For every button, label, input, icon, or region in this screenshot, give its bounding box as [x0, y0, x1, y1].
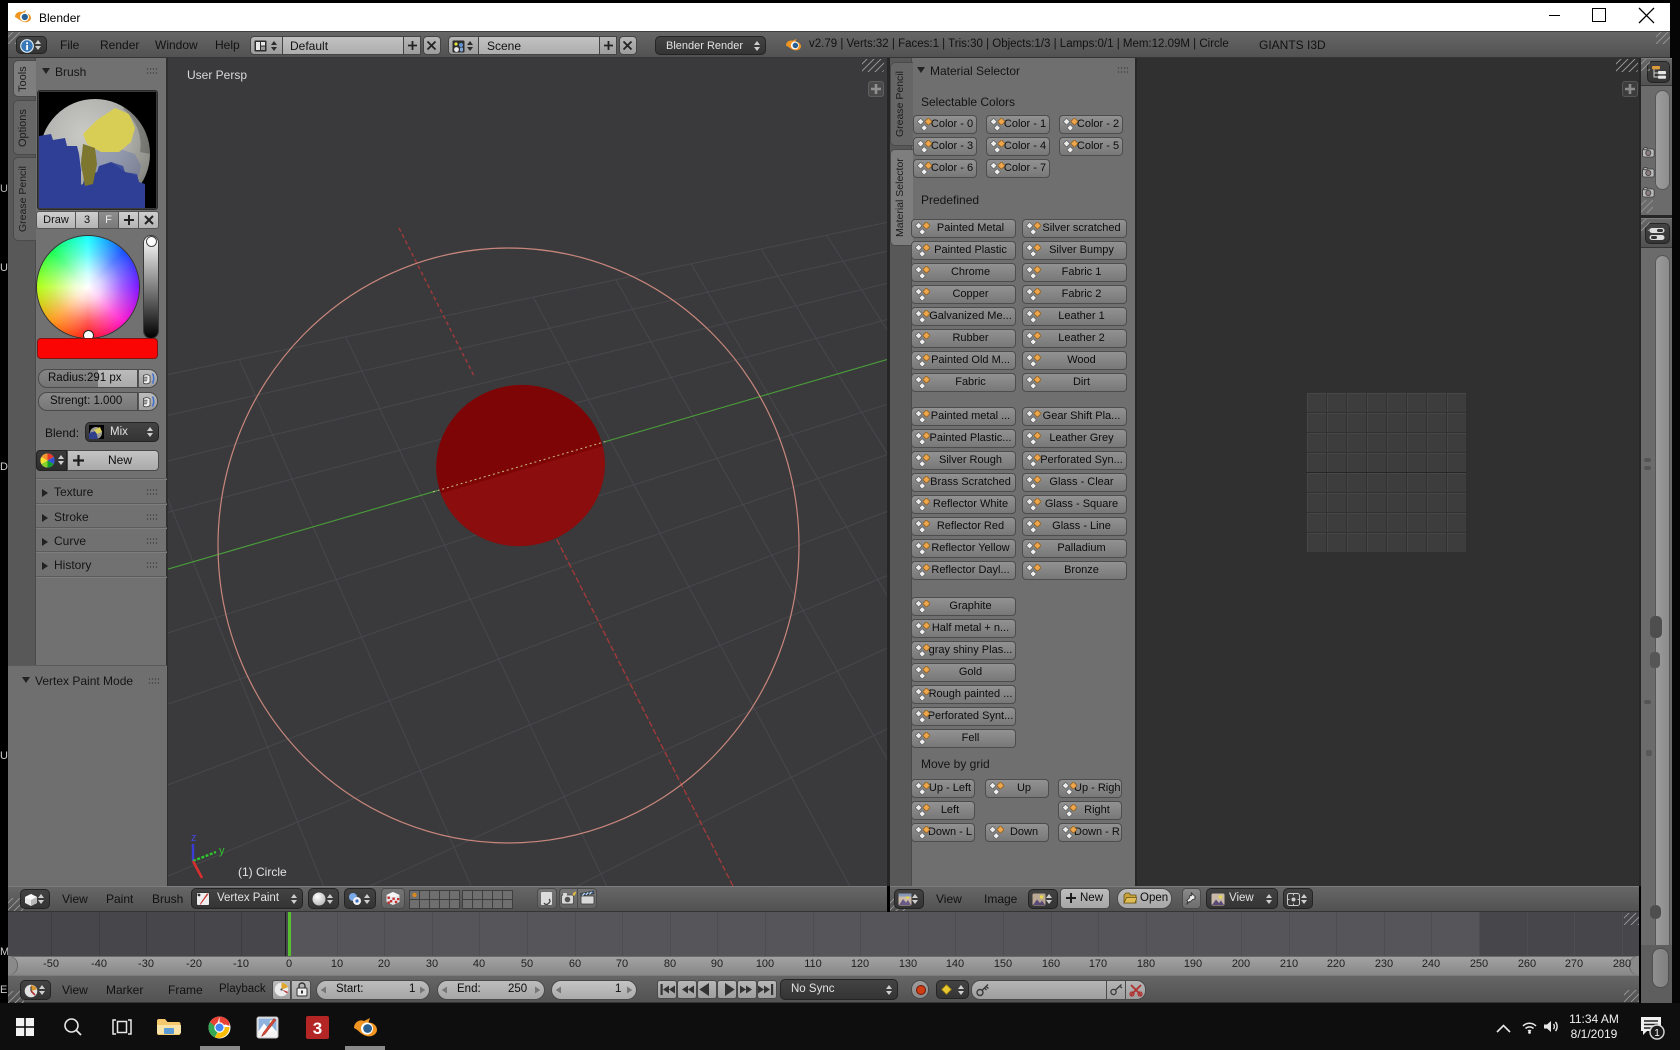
- svg-text:y: y: [219, 845, 225, 857]
- svg-text:3: 3: [313, 1019, 322, 1038]
- svg-text:1: 1: [1654, 1028, 1660, 1039]
- svg-text:z: z: [191, 832, 197, 844]
